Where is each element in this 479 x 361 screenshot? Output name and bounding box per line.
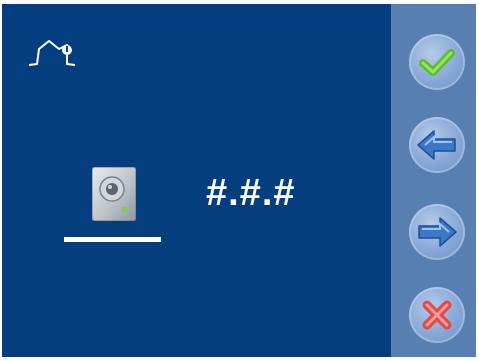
door-entry-panel-icon <box>91 166 137 222</box>
selection-underline <box>64 237 161 242</box>
home-settings-icon[interactable] <box>27 35 77 67</box>
forward-button[interactable] <box>409 204 465 260</box>
code-value: #.#.# <box>206 172 296 214</box>
checkmark-icon <box>419 49 455 76</box>
arrow-right-icon <box>418 217 457 247</box>
device-frame: #.#.# <box>0 0 479 361</box>
cancel-button[interactable] <box>409 287 465 343</box>
confirm-button[interactable] <box>409 34 465 90</box>
arrow-left-icon <box>417 130 456 160</box>
back-button[interactable] <box>409 117 465 173</box>
x-cross-icon <box>422 300 452 330</box>
